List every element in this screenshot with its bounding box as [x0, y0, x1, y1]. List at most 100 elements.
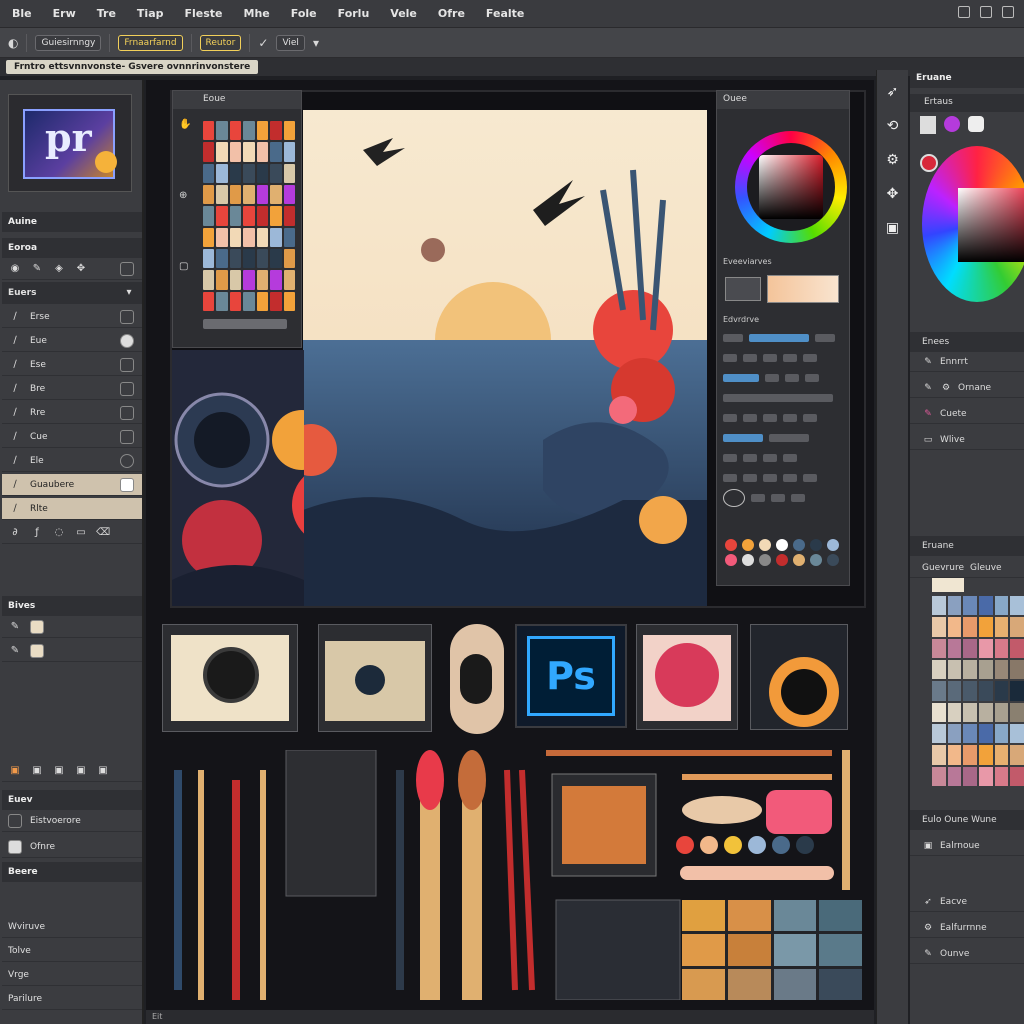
prop-row[interactable]: ▣ Ealrnoue [910, 836, 1024, 856]
brush-row[interactable]: ✎ [2, 640, 142, 662]
palette-swatch[interactable] [963, 596, 977, 616]
minimize-icon[interactable] [958, 6, 970, 18]
palette-swatch[interactable] [947, 723, 962, 744]
swatch-dot[interactable] [810, 554, 822, 566]
palette-swatch[interactable] [1010, 745, 1024, 765]
swatch-dot[interactable] [742, 539, 754, 551]
prop-row[interactable]: ✎ Cuete [910, 404, 1024, 424]
palette-swatch[interactable] [979, 638, 993, 658]
palette-swatch[interactable] [947, 766, 962, 786]
color-wheel[interactable] [735, 131, 847, 243]
fx-icon[interactable]: ƒ [30, 527, 44, 538]
move-icon[interactable]: ✥ [74, 263, 88, 274]
swatch-dot[interactable] [776, 539, 788, 551]
palette-swatch[interactable] [979, 617, 993, 637]
tool-preset-icon[interactable]: ◐ [8, 36, 18, 50]
maximize-icon[interactable] [980, 6, 992, 18]
palette-swatch[interactable] [994, 617, 1009, 637]
adjust-row[interactable] [723, 431, 845, 445]
color-wheel-large[interactable] [922, 146, 1024, 302]
palette-swatch[interactable] [932, 638, 946, 658]
palette-swatch[interactable] [994, 723, 1009, 744]
layer-row-selected[interactable]: ∕ Guaubere [2, 474, 142, 496]
option-preset[interactable]: Frnaarfarnd [118, 34, 183, 51]
palette-swatch[interactable] [979, 723, 993, 744]
prop-row[interactable]: ✎ ⚙ Ornane [910, 378, 1024, 398]
menu-select[interactable]: Mhe [244, 7, 270, 20]
image-icon[interactable]: ▣ [74, 765, 88, 776]
option-refine[interactable]: Reutor [199, 34, 242, 51]
layer-row[interactable]: ∕ Bre [2, 378, 142, 400]
camera-lens-card[interactable] [750, 624, 848, 730]
palette-swatch[interactable] [994, 681, 1009, 701]
palette-swatch[interactable] [932, 681, 946, 701]
palette-swatch[interactable] [963, 745, 977, 765]
footer-row[interactable]: Wviruve [2, 916, 142, 938]
palette-swatch[interactable] [947, 617, 962, 637]
palette-swatch[interactable] [932, 596, 946, 616]
arrow-icon[interactable]: ▾ [313, 36, 319, 50]
history-row[interactable]: Eistvoerore [2, 810, 142, 832]
adjust-row[interactable] [723, 489, 845, 507]
eraser-icon[interactable]: ◈ [52, 263, 66, 274]
palette-swatch[interactable] [947, 596, 962, 616]
layer-row-selected[interactable]: ∕ Rlte [2, 498, 142, 520]
palette-swatch[interactable] [994, 766, 1009, 786]
image-icon[interactable]: ▣ [8, 765, 22, 776]
swatch-preview[interactable] [932, 578, 964, 592]
swatch-dot[interactable] [725, 539, 737, 551]
adjust-row[interactable] [723, 371, 845, 385]
prop-row[interactable]: ⚙ Ealfurrnne [910, 918, 1024, 938]
palette-swatch[interactable] [947, 681, 962, 701]
swatch-dot[interactable] [827, 539, 839, 551]
adjust-row[interactable] [723, 411, 845, 425]
layer-row[interactable]: ∕ Ele [2, 450, 142, 472]
palette-swatch[interactable] [994, 638, 1009, 658]
swatch-dot[interactable] [759, 554, 771, 566]
adjust-row[interactable] [723, 331, 845, 345]
asset-card[interactable] [636, 624, 738, 730]
palette-swatch[interactable] [963, 766, 977, 786]
swatch-dot[interactable] [793, 539, 805, 551]
swatch-dot[interactable] [810, 539, 822, 551]
layer-row[interactable]: ∕ Eue [2, 330, 142, 352]
palette-swatch[interactable] [979, 766, 993, 786]
menu-type[interactable]: Fleste [185, 7, 223, 20]
swatch-dot[interactable] [759, 539, 771, 551]
prop-row[interactable]: ✎ Ounve [910, 944, 1024, 964]
palette-swatch[interactable] [994, 702, 1009, 722]
palette-swatch[interactable] [963, 617, 977, 637]
prop-row[interactable]: ➶ Eacve [910, 892, 1024, 912]
image-icon[interactable]: ▣ [52, 765, 66, 776]
palette-swatch[interactable] [963, 638, 977, 658]
trash-icon[interactable]: ⌫ [96, 527, 110, 538]
adjust-row[interactable] [723, 351, 845, 365]
palette-swatch[interactable] [979, 702, 993, 722]
history-row[interactable]: Ofnre [2, 836, 142, 858]
asset-card[interactable] [318, 624, 432, 732]
swatch-dot[interactable] [776, 554, 788, 566]
option-mode[interactable]: Guiesirnngy [35, 34, 102, 51]
palette-swatch[interactable] [1010, 659, 1024, 680]
frame-icon[interactable]: ▢ [179, 261, 191, 272]
layer-row[interactable]: ∕ Cue [2, 426, 142, 448]
eraser-icon[interactable] [968, 116, 984, 132]
palette-swatch[interactable] [963, 723, 977, 744]
pointer-icon[interactable]: ◉ [8, 263, 22, 274]
gear-icon[interactable]: ⚙ [881, 148, 905, 172]
zoom-icon[interactable]: ⊕ [179, 190, 191, 201]
color-dot[interactable] [748, 836, 766, 854]
palette-swatch[interactable] [979, 659, 993, 680]
palette-swatch[interactable] [1010, 702, 1024, 722]
palette-swatch[interactable] [963, 702, 977, 722]
palette-swatch[interactable] [979, 681, 993, 701]
swatch-dot[interactable] [793, 554, 805, 566]
palette-swatch[interactable] [947, 659, 962, 680]
menu-window[interactable]: Ofre [438, 7, 465, 20]
color-dot[interactable] [700, 836, 718, 854]
adjust-row[interactable] [723, 451, 845, 465]
layer-row[interactable]: ∕ Ese [2, 354, 142, 376]
palette-swatch[interactable] [1010, 617, 1024, 637]
palette-swatch[interactable] [932, 766, 946, 786]
pointer-icon[interactable]: ➶ [881, 80, 905, 104]
